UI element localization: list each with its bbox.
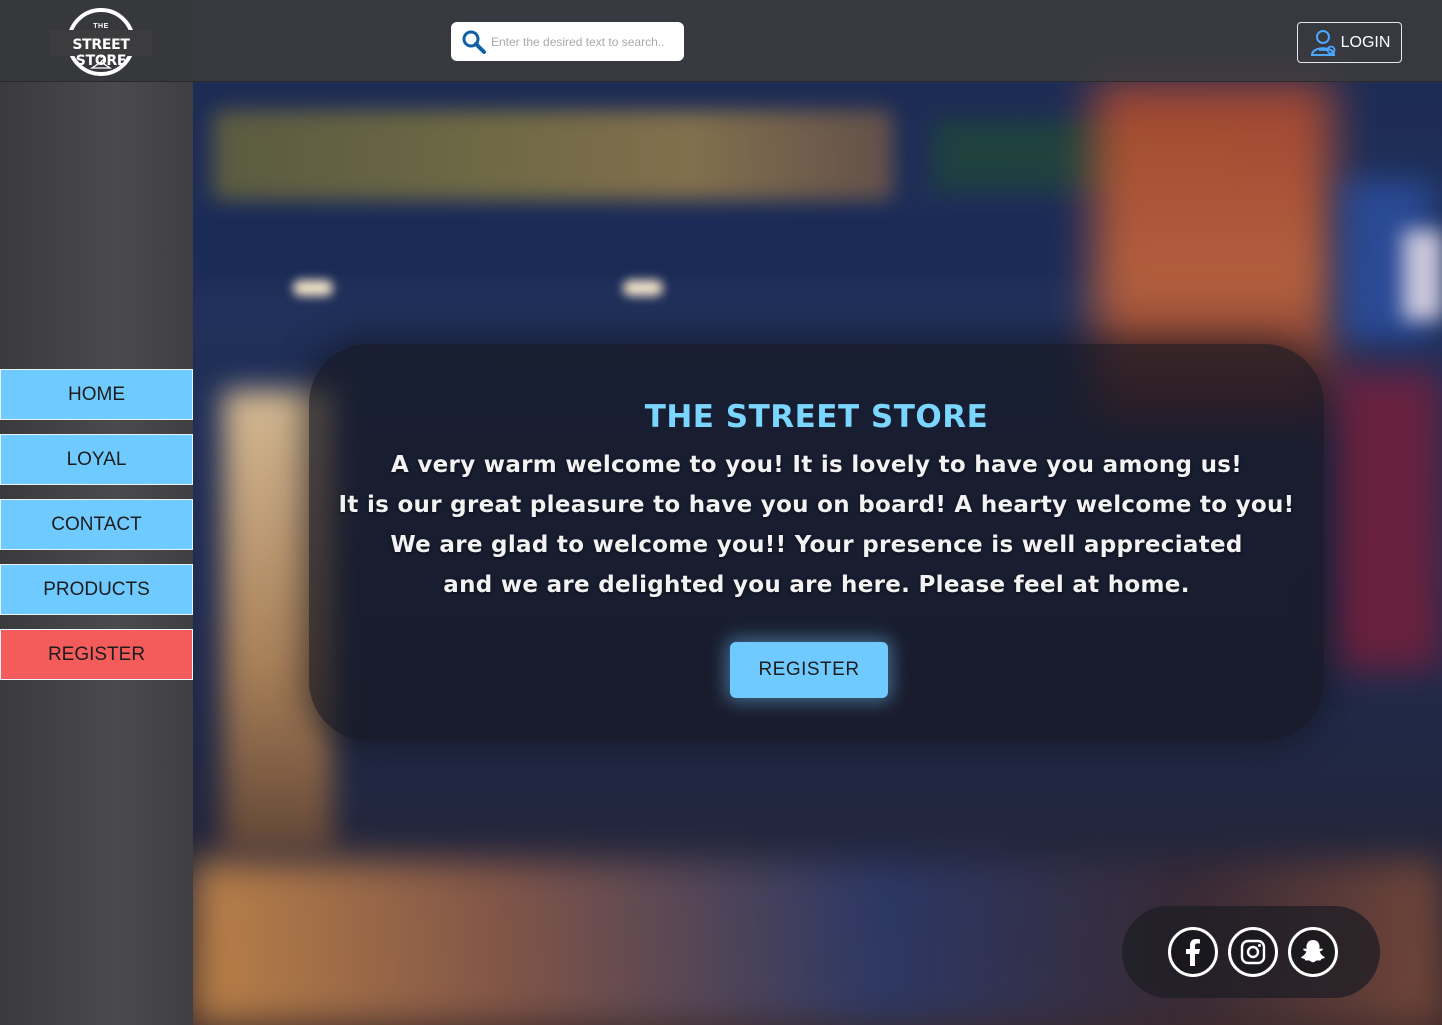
- nav-loyal-button[interactable]: LOYAL: [0, 434, 193, 485]
- login-label: LOGIN: [1340, 33, 1391, 51]
- nav-register-button[interactable]: REGISTER: [0, 629, 193, 680]
- instagram-icon[interactable]: [1228, 927, 1278, 977]
- sidebar: HOME LOYAL CONTACT PRODUCTS REGISTER: [0, 82, 193, 1025]
- store-logo[interactable]: THE STREET STORE: [50, 8, 152, 76]
- welcome-title: THE STREET STORE: [644, 399, 989, 435]
- logo-small-text: THE: [93, 23, 109, 30]
- search-icon[interactable]: [461, 29, 487, 55]
- nav-products-button[interactable]: PRODUCTS: [0, 564, 193, 615]
- welcome-line-4: and we are delighted you are here. Pleas…: [443, 572, 1190, 598]
- snapchat-icon[interactable]: [1288, 927, 1338, 977]
- nav-home-button[interactable]: HOME: [0, 369, 193, 420]
- welcome-line-1: A very warm welcome to you! It is lovely…: [390, 452, 1243, 478]
- welcome-line-3: We are glad to welcome you!! Your presen…: [390, 532, 1243, 558]
- user-icon: [1310, 29, 1335, 56]
- hanger-icon: [90, 56, 112, 69]
- facebook-icon[interactable]: [1168, 927, 1218, 977]
- login-button[interactable]: LOGIN: [1297, 22, 1402, 63]
- search-input[interactable]: [491, 34, 681, 49]
- search-box: [451, 22, 684, 61]
- nav-contact-button[interactable]: CONTACT: [0, 499, 193, 550]
- welcome-line-2: It is our great pleasure to have you on …: [338, 492, 1295, 518]
- welcome-card: THE STREET STORE A very warm welcome to …: [309, 344, 1324, 741]
- top-bar: THE STREET STORE LOGIN: [0, 0, 1442, 82]
- welcome-register-button[interactable]: REGISTER: [730, 642, 888, 698]
- social-links: [1122, 906, 1380, 998]
